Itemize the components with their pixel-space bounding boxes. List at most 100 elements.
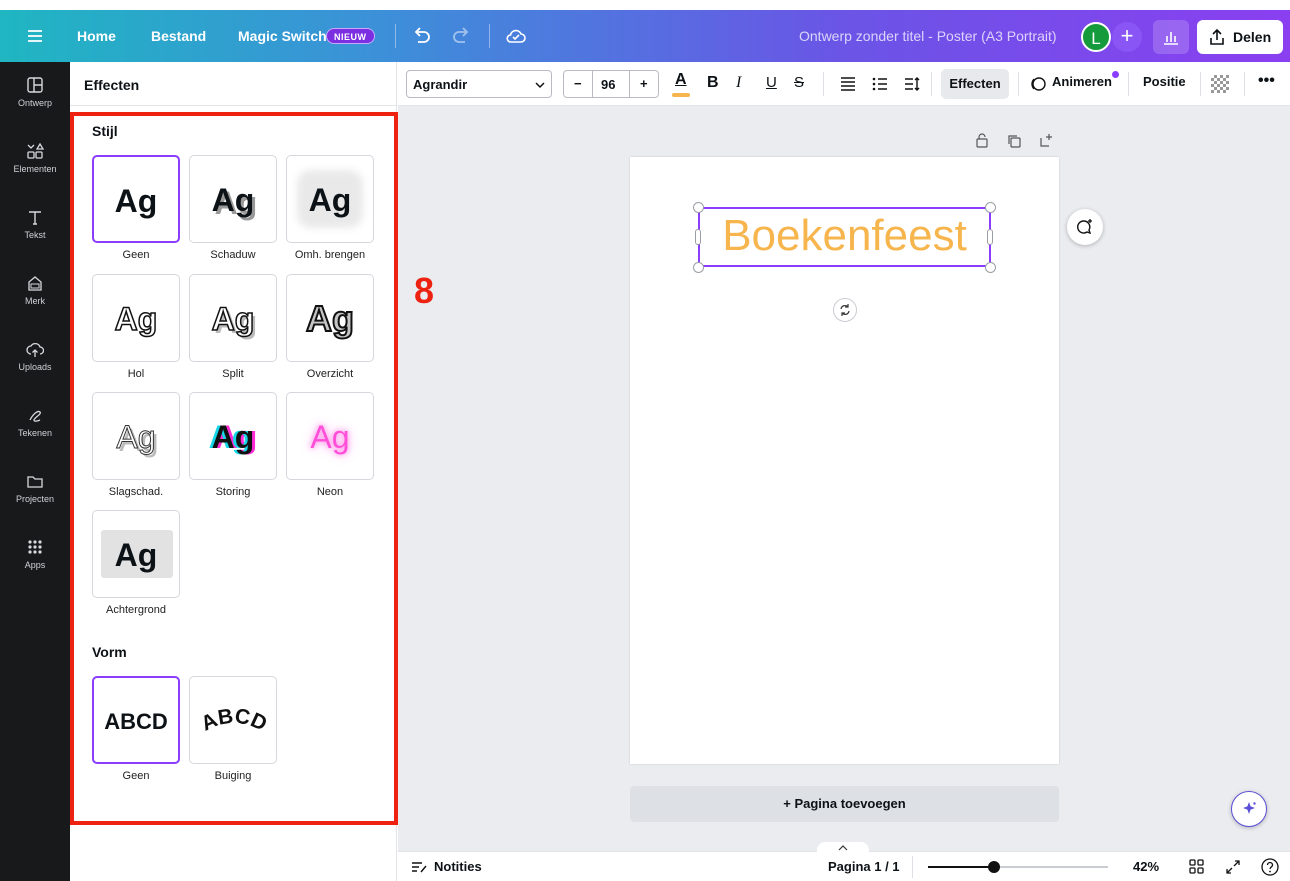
text-color-icon[interactable]: A: [670, 71, 692, 97]
document-title[interactable]: Ontwerp zonder titel - Poster (A3 Portra…: [799, 10, 1057, 62]
zoom-value[interactable]: 42%: [1133, 859, 1159, 874]
rail-item-tekst[interactable]: Tekst: [0, 200, 70, 260]
rail-label: Tekst: [24, 230, 46, 240]
animate-icon[interactable]: [1029, 75, 1047, 93]
rail-item-projecten[interactable]: Projecten: [0, 464, 70, 524]
share-button[interactable]: Delen: [1197, 20, 1283, 54]
divider: [1200, 72, 1201, 96]
panel-title: Effecten: [84, 77, 140, 93]
font-select[interactable]: Agrandir: [406, 70, 552, 98]
fullscreen-icon[interactable]: [1224, 858, 1242, 876]
rail-label: Uploads: [18, 362, 52, 372]
shapes-icon: [27, 142, 44, 159]
text-icon: [29, 211, 41, 225]
divider: [912, 856, 913, 878]
grid-view-icon[interactable]: [1188, 858, 1206, 876]
brand-icon: [28, 276, 42, 291]
add-page-button[interactable]: + Pagina toevoegen: [630, 786, 1059, 822]
increase-size-button[interactable]: +: [640, 76, 648, 91]
zoom-slider[interactable]: [928, 861, 1108, 873]
annotation-number: 8: [414, 270, 435, 311]
divider: [1128, 72, 1129, 96]
rail-label: Tekenen: [17, 428, 53, 438]
insights-button[interactable]: [1153, 20, 1189, 54]
rotate-handle[interactable]: [833, 298, 857, 322]
collapse-pages-tab[interactable]: [817, 842, 869, 854]
transparency-icon[interactable]: [1211, 75, 1229, 93]
rail-item-merk[interactable]: Merk: [0, 266, 70, 326]
underline-icon[interactable]: U: [766, 74, 777, 91]
folder-icon: [27, 476, 43, 488]
new-badge: NIEUW: [326, 28, 375, 44]
chevron-down-icon: [535, 82, 545, 89]
share-icon: [1210, 28, 1224, 45]
add-comment-button[interactable]: [1067, 209, 1103, 245]
help-icon[interactable]: [1260, 857, 1280, 877]
list-icon[interactable]: [871, 75, 889, 93]
top-bar: Home Bestand Magic Switch NIEUW Ontwerp …: [0, 10, 1290, 62]
line-spacing-icon[interactable]: [903, 75, 921, 93]
rail-item-ontwerp[interactable]: Ontwerp: [0, 68, 70, 128]
layout-icon: [27, 77, 43, 93]
redo-icon[interactable]: [450, 24, 474, 48]
more-options-icon[interactable]: •••: [1258, 72, 1275, 90]
panel-header: Effecten: [70, 62, 397, 106]
font-size-value[interactable]: 96: [601, 77, 615, 92]
rail-label: Elementen: [13, 164, 57, 174]
rail-item-apps[interactable]: Apps: [0, 530, 70, 590]
bottom-bar: Notities Pagina 1 / 1 42%: [398, 842, 1290, 881]
new-indicator-dot: [1112, 71, 1119, 78]
notes-icon: [412, 862, 427, 873]
menu-icon[interactable]: [26, 27, 44, 45]
divider: [931, 72, 932, 96]
font-value: Agrandir: [413, 77, 468, 92]
magic-assistant-button[interactable]: [1231, 791, 1267, 827]
add-page-icon[interactable]: [1038, 132, 1054, 148]
effects-button[interactable]: Effecten: [941, 69, 1009, 99]
cloud-saved-icon[interactable]: [504, 24, 528, 48]
lock-icon[interactable]: [974, 132, 990, 148]
decrease-size-button[interactable]: −: [574, 76, 582, 91]
avatar[interactable]: L: [1081, 22, 1111, 52]
bestand-menu[interactable]: Bestand: [151, 10, 206, 62]
rail-label: Projecten: [15, 494, 55, 504]
page-indicator[interactable]: Pagina 1 / 1: [828, 859, 900, 874]
headline-text[interactable]: Boekenfeest: [698, 207, 991, 267]
italic-icon[interactable]: I: [736, 74, 741, 92]
side-handle[interactable]: [987, 229, 993, 245]
sparkle-icon: [1243, 802, 1256, 814]
annotation-highlight: [70, 112, 398, 825]
apps-grid-icon: [28, 540, 42, 554]
duplicate-page-icon[interactable]: [1006, 133, 1022, 149]
align-center-icon[interactable]: [839, 75, 857, 93]
strikethrough-icon[interactable]: S: [794, 74, 804, 91]
side-handle[interactable]: [695, 229, 701, 245]
resize-handle[interactable]: [693, 262, 704, 273]
divider: [1244, 72, 1245, 96]
magic-switch-button[interactable]: Magic Switch: [238, 10, 327, 62]
bold-icon[interactable]: B: [707, 74, 719, 92]
resize-handle[interactable]: [985, 202, 996, 213]
rail-label: Apps: [24, 560, 46, 570]
invite-button[interactable]: +: [1112, 22, 1142, 52]
position-button[interactable]: Positie: [1143, 74, 1186, 89]
rail-item-tekenen[interactable]: Tekenen: [0, 398, 70, 458]
notes-button[interactable]: Notities: [434, 859, 482, 874]
undo-icon[interactable]: [409, 24, 433, 48]
divider: [1018, 72, 1019, 96]
rotate-icon: [840, 304, 850, 316]
resize-handle[interactable]: [693, 202, 704, 213]
animate-button[interactable]: Animeren: [1052, 74, 1112, 89]
rail-item-elementen[interactable]: Elementen: [0, 134, 70, 194]
font-size-stepper[interactable]: − 96 +: [563, 70, 659, 98]
draw-icon: [29, 410, 41, 422]
divider: [823, 72, 824, 96]
text-toolbar: Agrandir − 96 + A B I U S Effecten Anime…: [398, 62, 1290, 106]
home-link[interactable]: Home: [77, 10, 116, 62]
rail-label: Ontwerp: [17, 98, 52, 108]
share-label: Delen: [1233, 29, 1272, 45]
rail-item-uploads[interactable]: Uploads: [0, 332, 70, 392]
resize-handle[interactable]: [985, 262, 996, 273]
divider: [489, 24, 490, 48]
zoom-slider-knob[interactable]: [988, 861, 1001, 873]
